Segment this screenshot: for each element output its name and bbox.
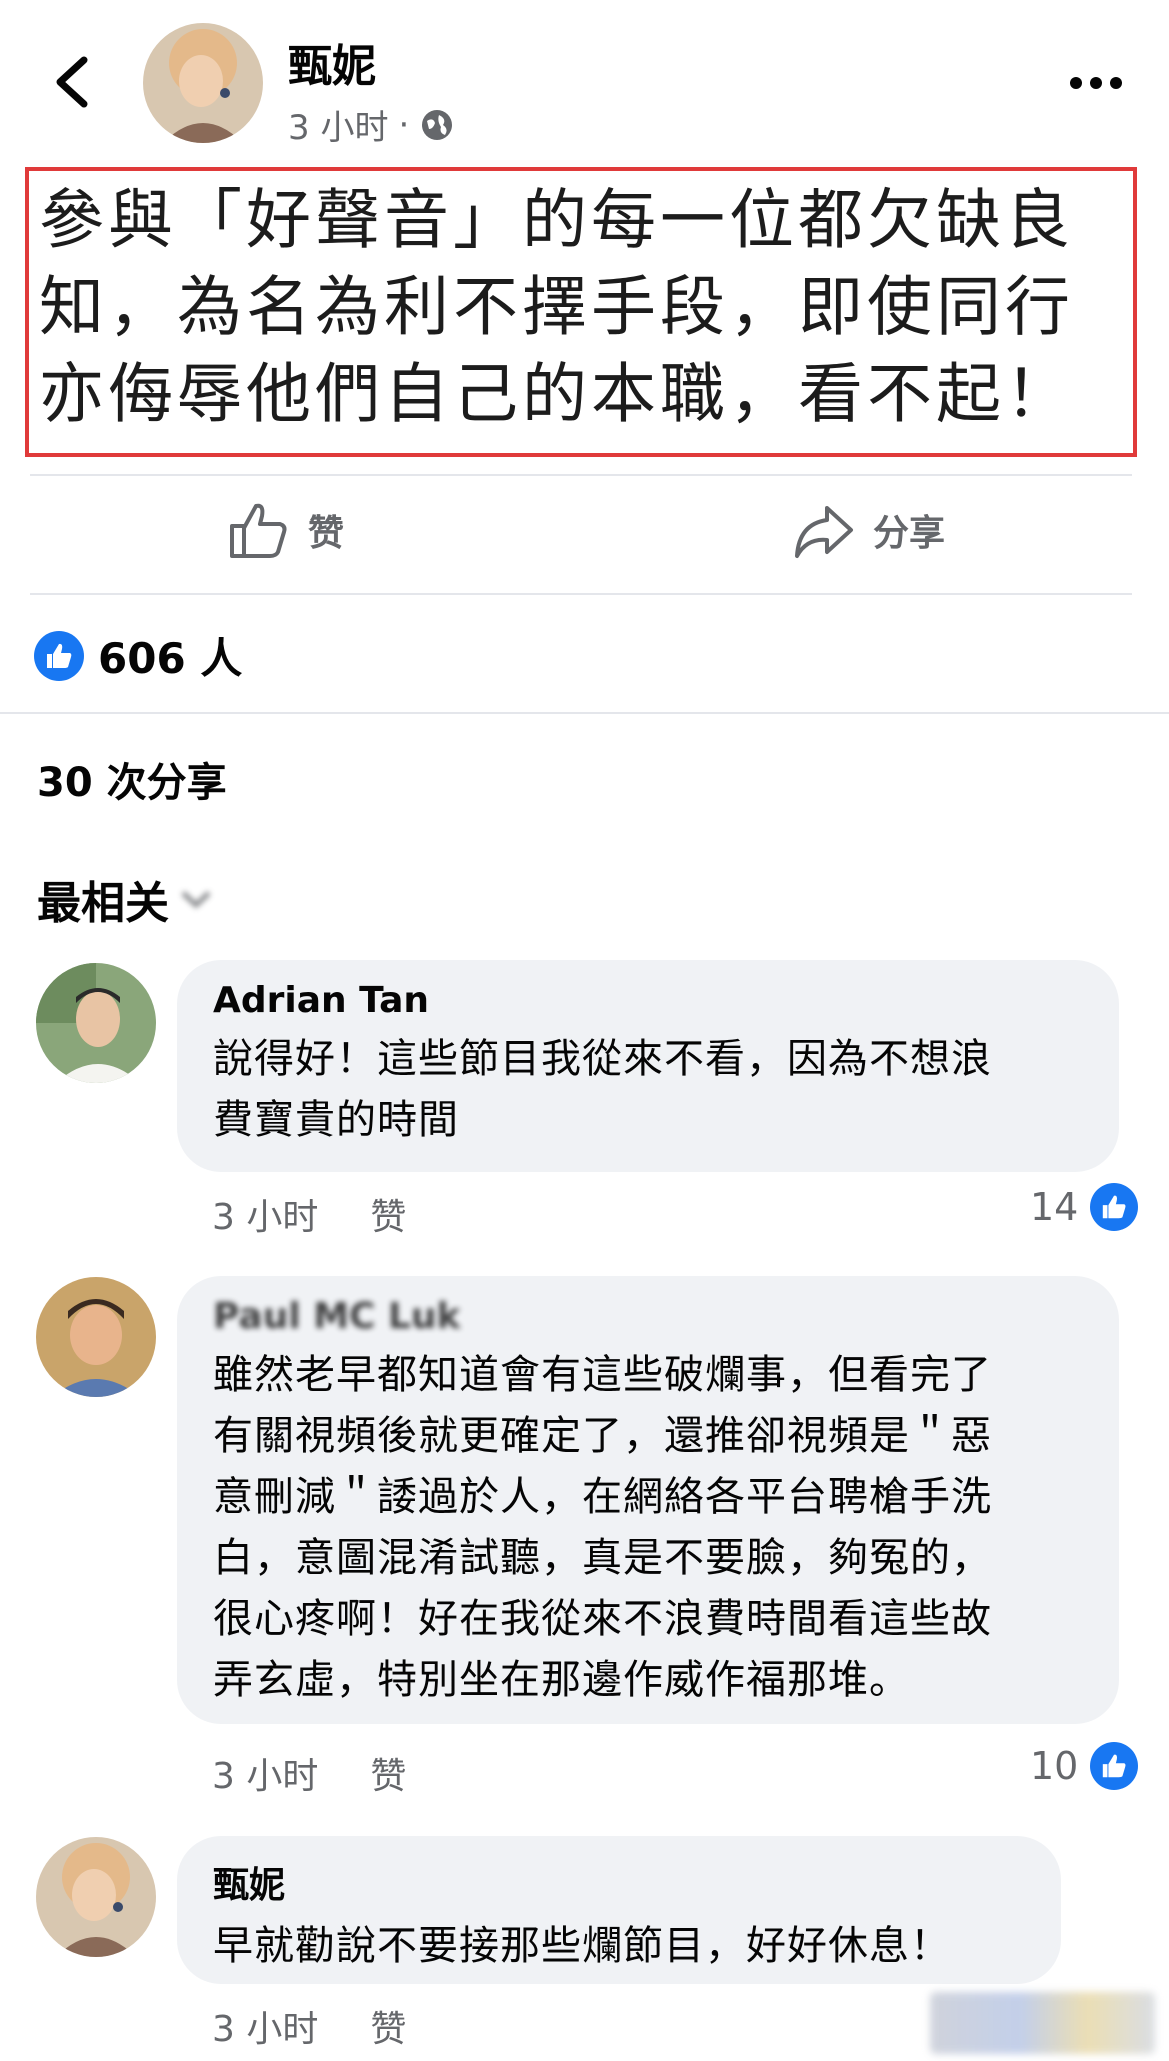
post-line: 知，為名為利不擇手段，即使同行 [39,270,1075,345]
comment-text: 雖然老早都知道會有這些破爛事，但看完了 [213,1352,992,1398]
comment-like-link[interactable]: 赞 [370,2000,406,2052]
comment-sort-dropdown[interactable]: 最相关 [37,867,213,931]
post-time[interactable]: 3 小时 [288,100,388,149]
reactions-count: 606 人 [98,634,243,683]
more-dots-icon [1070,77,1122,89]
comment-meta: 3 小时 赞 [212,1747,406,1799]
like-button[interactable]: 赞 [228,500,344,560]
comment-time: 3 小时 [212,1197,319,1238]
comment-text: 意刪減＂諉過於人，在網絡各平台聘槍手洗 [213,1474,992,1520]
commenter-avatar[interactable] [36,963,156,1083]
back-button[interactable] [48,52,98,112]
commenter-name[interactable]: 甄妮 [213,1856,1025,1908]
like-reaction-icon [1090,1183,1139,1231]
commenter-avatar[interactable] [36,1277,156,1397]
commenter-name[interactable]: Paul MC Luk [213,1296,1083,1337]
comment-meta: 3 小时 赞 [212,2000,406,2052]
chevron-down-icon [181,891,211,909]
author-name[interactable]: 甄妮 [288,30,376,94]
commenter-name[interactable]: Adrian Tan [213,980,1083,1021]
comment-like-link[interactable]: 赞 [370,1747,406,1799]
globe-icon [422,109,453,140]
post-meta: 3 小时 · [288,100,455,149]
share-arrow-icon [795,506,853,558]
section-divider [0,712,1169,714]
comment-reactions[interactable]: 14 [1030,1183,1139,1231]
shares-count[interactable]: 30 次分享 [37,750,227,808]
divider [30,593,1132,595]
comment-like-count: 14 [1030,1185,1079,1229]
comment-text: 弄玄虛，特別坐在那邊作威作福那堆。 [213,1657,910,1703]
comment-text: 費寶貴的時間 [213,1097,459,1143]
thumbs-up-icon [230,503,287,558]
comment-like-count: 10 [1030,1744,1079,1788]
share-button[interactable]: 分享 [793,500,945,560]
more-options-button[interactable] [1066,68,1126,98]
comment-text: 說得好！這些節目我從來不看，因為不想浪 [213,1036,992,1082]
comment-bubble: Adrian Tan 說得好！這些節目我從來不看，因為不想浪 費寶貴的時間 [177,960,1119,1172]
like-reaction-icon [1090,1742,1139,1790]
comment-reactions[interactable]: 10 [1030,1742,1139,1790]
comment-text: 有關視頻後就更確定了，還推卻視頻是＂惡 [213,1413,992,1459]
comment-text: 很心疼啊！好在我從來不浪費時間看這些故 [213,1596,992,1642]
watermark [930,1992,1155,2054]
chevron-left-icon [56,56,88,108]
divider [30,474,1132,476]
comment-like-link[interactable]: 赞 [370,1188,406,1240]
comment-bubble: Paul MC Luk 雖然老早都知道會有這些破爛事，但看完了 有關視頻後就更確… [177,1276,1119,1724]
comment-text: 白，意圖混淆試聽，真是不要臉，夠冤的， [213,1535,992,1581]
comment-meta: 3 小时 赞 [212,1188,406,1240]
post-content: 參與「好聲音」的每一位都欠缺良 知，為名為利不擇手段，即使同行 亦侮辱他們自己的… [25,167,1137,457]
like-reaction-icon [34,630,84,681]
author-avatar[interactable] [143,23,263,143]
post-line: 參與「好聲音」的每一位都欠缺良 [39,183,1075,258]
sort-label: 最相关 [37,878,169,929]
comment-text: 早就勸說不要接那些爛節目，好好休息！ [213,1923,951,1969]
comment-bubble: 甄妮 早就勸說不要接那些爛節目，好好休息！ [177,1836,1061,1984]
reactions-summary[interactable]: 606 人 [34,625,242,686]
commenter-avatar[interactable] [36,1837,156,1957]
share-label: 分享 [873,513,946,554]
like-label: 赞 [308,513,345,554]
post-line: 亦侮辱他們自己的本職，看不起！ [39,357,1075,432]
comment-time: 3 小时 [212,2009,319,2050]
meta-separator: · [398,104,410,145]
comment-time: 3 小时 [212,1756,319,1797]
